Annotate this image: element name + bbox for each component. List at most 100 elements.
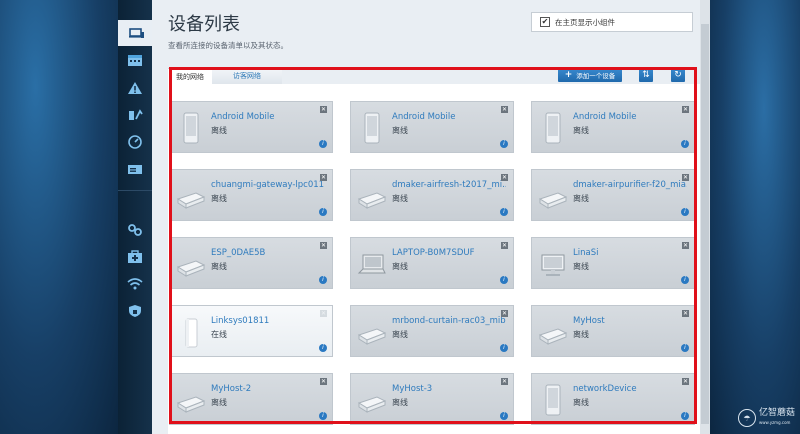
remove-icon[interactable]: ✕ (501, 174, 508, 181)
info-icon[interactable]: i (500, 276, 508, 284)
device-name[interactable]: Android Mobile (211, 112, 325, 122)
info-icon[interactable]: i (500, 412, 508, 420)
page-title: 设备列表 (168, 14, 240, 35)
device-name[interactable]: MyHost-2 (211, 384, 325, 394)
info-icon[interactable]: i (319, 412, 327, 420)
info-icon[interactable]: i (319, 208, 327, 216)
device-card[interactable]: MyHost 离线 ✕ i (531, 305, 695, 357)
device-name[interactable]: MyHost-3 (392, 384, 506, 394)
desktop-device-icon (538, 247, 568, 281)
box-device-icon (357, 315, 387, 349)
device-name[interactable]: LinaSi (573, 248, 687, 258)
info-icon[interactable]: i (681, 208, 689, 216)
desktop-background-right (710, 0, 800, 434)
show-widget-option[interactable]: ✔ 在主页显示小组件 (531, 12, 693, 32)
device-name[interactable]: chuangmi-gateway-lpc011... (211, 180, 325, 190)
tab-my-network[interactable]: 我的网络 (168, 68, 212, 85)
device-status: 离线 (392, 194, 408, 203)
info-icon[interactable]: i (500, 140, 508, 148)
info-icon[interactable]: i (681, 140, 689, 148)
device-name[interactable]: LAPTOP-B0M7SDUF (392, 248, 506, 258)
device-card[interactable]: Android Mobile 离线 ✕ i (350, 101, 514, 153)
device-name[interactable]: Android Mobile (573, 112, 687, 122)
device-name[interactable]: dmaker-airfresh-t2017_mi... (392, 180, 506, 190)
sidebar-item-settings[interactable] (118, 217, 152, 243)
device-name[interactable]: Linksys01811 (211, 316, 325, 326)
mushroom-logo-icon: ☂ (738, 409, 756, 427)
info-icon[interactable]: i (681, 412, 689, 420)
sidebar-item-priority[interactable] (118, 102, 152, 128)
box-device-icon (357, 179, 387, 213)
laptop-device-icon (357, 247, 387, 281)
device-card[interactable]: MyHost-3 离线 ✕ i (350, 373, 514, 425)
device-name[interactable]: ESP_0DAE5B (211, 248, 325, 258)
add-device-button[interactable]: + 添加一个设备 (558, 68, 622, 82)
device-card[interactable]: networkDevice 离线 ✕ i (531, 373, 695, 425)
remove-icon[interactable]: ✕ (320, 378, 327, 385)
device-name[interactable]: MyHost (573, 316, 687, 326)
scrollbar-thumb[interactable] (701, 24, 709, 424)
sidebar-item-calendar[interactable] (118, 47, 152, 73)
sidebar-item-wifi[interactable] (118, 271, 152, 297)
info-icon[interactable]: i (500, 208, 508, 216)
sidebar-item-alerts[interactable] (118, 75, 152, 101)
info-icon[interactable]: i (500, 344, 508, 352)
refresh-button[interactable]: ↻ (671, 68, 685, 82)
wifi-icon (127, 278, 143, 290)
remove-icon[interactable]: ✕ (320, 242, 327, 249)
info-icon[interactable]: i (319, 344, 327, 352)
sidebar-item-security[interactable] (118, 298, 152, 324)
device-card[interactable]: Linksys01811 在线 ✕ i (169, 305, 333, 357)
remove-icon[interactable]: ✕ (501, 310, 508, 317)
device-status: 离线 (392, 262, 408, 271)
sidebar (118, 0, 156, 434)
remove-icon[interactable]: ✕ (682, 174, 689, 181)
device-card[interactable]: LinaSi 离线 ✕ i (531, 237, 695, 289)
remove-icon[interactable]: ✕ (320, 106, 327, 113)
info-icon[interactable]: i (681, 344, 689, 352)
device-card[interactable]: Android Mobile 离线 ✕ i (169, 101, 333, 153)
info-icon[interactable]: i (319, 276, 327, 284)
remove-icon[interactable]: ✕ (320, 174, 327, 181)
sidebar-item-storage[interactable] (118, 156, 152, 182)
remove-icon[interactable]: ✕ (682, 242, 689, 249)
tab-guest-network[interactable]: 访客网络 (212, 68, 282, 84)
device-status: 离线 (573, 398, 589, 407)
show-widget-label: 在主页显示小组件 (555, 17, 615, 27)
device-name[interactable]: mrbond-curtain-rac03_mib... (392, 316, 506, 326)
info-icon[interactable]: i (319, 140, 327, 148)
desktop-background-left (0, 0, 118, 434)
remove-icon[interactable]: ✕ (501, 106, 508, 113)
remove-icon[interactable]: ✕ (682, 310, 689, 317)
device-card[interactable]: dmaker-airfresh-t2017_mi... 离线 ✕ i (350, 169, 514, 221)
device-card[interactable]: chuangmi-gateway-lpc011... 离线 ✕ i (169, 169, 333, 221)
device-card[interactable]: MyHost-2 离线 ✕ i (169, 373, 333, 425)
device-name[interactable]: Android Mobile (392, 112, 506, 122)
device-status: 离线 (211, 126, 227, 135)
device-card[interactable]: Android Mobile 离线 ✕ i (531, 101, 695, 153)
sidebar-item-devices[interactable] (118, 20, 156, 46)
info-icon[interactable]: i (681, 276, 689, 284)
devices-icon (129, 28, 144, 38)
remove-icon[interactable]: ✕ (501, 378, 508, 385)
device-name[interactable]: networkDevice (573, 384, 687, 394)
sidebar-item-troubleshooting[interactable] (118, 244, 152, 270)
remove-icon[interactable]: ✕ (682, 106, 689, 113)
device-status: 离线 (211, 194, 227, 203)
device-card[interactable]: LAPTOP-B0M7SDUF 离线 ✕ i (350, 237, 514, 289)
remove-icon[interactable]: ✕ (501, 242, 508, 249)
sidebar-divider (118, 190, 152, 191)
device-card[interactable]: ESP_0DAE5B 离线 ✕ i (169, 237, 333, 289)
remove-icon[interactable]: ✕ (320, 310, 327, 317)
priority-icon (129, 109, 143, 120)
sort-button[interactable]: ⇅ (639, 68, 653, 82)
show-widget-checkbox[interactable]: ✔ (540, 17, 550, 27)
sidebar-item-speedtest[interactable] (118, 129, 152, 155)
device-card[interactable]: mrbond-curtain-rac03_mib... 离线 ✕ i (350, 305, 514, 357)
device-name[interactable]: dmaker-airpurifier-f20_mia... (573, 180, 687, 190)
security-icon (129, 305, 141, 317)
box-device-icon (538, 315, 568, 349)
device-card[interactable]: dmaker-airpurifier-f20_mia... 离线 ✕ i (531, 169, 695, 221)
remove-icon[interactable]: ✕ (682, 378, 689, 385)
device-status: 离线 (392, 126, 408, 135)
